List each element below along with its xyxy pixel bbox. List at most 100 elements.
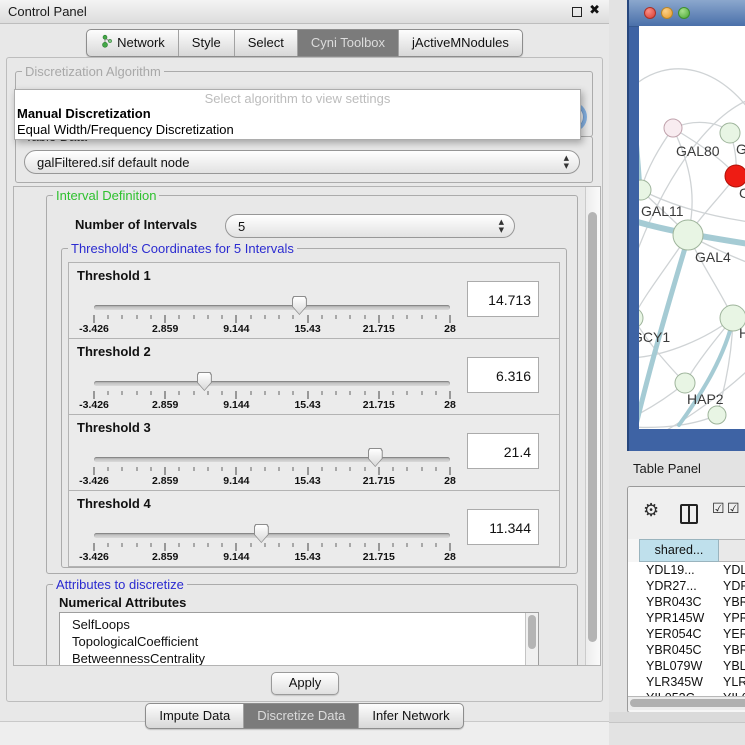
number-of-intervals-combobox[interactable]: 5 ▲▼ (225, 214, 515, 238)
slider-thumb[interactable] (292, 296, 307, 315)
network-node-green[interactable] (675, 373, 695, 393)
node-label: HAP2 (687, 391, 724, 407)
tab-label: Style (192, 35, 221, 50)
tick-label: 2.859 (152, 551, 178, 563)
slider-track[interactable] (94, 457, 450, 462)
cell-shared-name: YPR145W (628, 611, 723, 625)
threshold-panel-4: Threshold 4-3.4262.8599.14415.4321.71528… (68, 490, 560, 567)
tick-label: 21.715 (363, 399, 395, 411)
node-label: GAL11 (641, 203, 684, 219)
table-row[interactable]: YBL079WYBL0 (628, 658, 745, 674)
network-canvas[interactable]: GAL80GCGAL11GAL4GCY1HHAP2 (639, 26, 745, 429)
table-row[interactable]: YDL19...YDL1 (628, 562, 745, 578)
tick-label: -3.426 (79, 475, 109, 487)
slider-track[interactable] (94, 381, 450, 386)
interval-definition-label: Interval Definition (53, 188, 159, 203)
apply-button[interactable]: Apply (271, 672, 339, 695)
interval-definition-group: Interval Definition Number of Intervals … (46, 195, 578, 574)
checkbox-icon[interactable]: ☑ (712, 501, 725, 517)
tab-style[interactable]: Style (179, 30, 235, 56)
network-node-red[interactable] (725, 165, 745, 187)
network-node-green[interactable] (639, 308, 643, 328)
list-scrollbar[interactable] (525, 613, 538, 666)
tab-cyni-toolbox[interactable]: Cyni Toolbox (298, 30, 399, 56)
table-row[interactable]: YDR27...YDR2 (628, 578, 745, 594)
mac-close-button[interactable] (644, 7, 656, 19)
tab-network[interactable]: Network (87, 30, 179, 56)
network-graph: GAL80GCGAL11GAL4GCY1HHAP2 (639, 26, 745, 429)
bottom-tab-discretize-data[interactable]: Discretize Data (244, 704, 359, 728)
attribute-list-item[interactable]: BetweennessCentrality (60, 650, 538, 666)
settings-scrollpane: Interval Definition Number of Intervals … (13, 186, 601, 666)
slider-thumb[interactable] (254, 524, 269, 543)
tick-label: 2.859 (152, 323, 178, 335)
column-layout-icon[interactable] (680, 504, 698, 524)
gear-icon[interactable]: ⚙ (643, 500, 659, 521)
slider-ticks (94, 467, 450, 475)
threshold-value-field[interactable]: 21.4 (467, 433, 539, 469)
tick-label: -3.426 (79, 323, 109, 335)
checkbox-icon[interactable]: ☑ (727, 501, 740, 517)
panel-title: Control Panel (8, 4, 87, 19)
slider-thumb[interactable] (368, 448, 383, 467)
tab-jactivemnodules[interactable]: jActiveMNodules (399, 30, 522, 56)
mac-minimize-button[interactable] (661, 7, 673, 19)
cyni-toolbox-panel: Discretization Algorithm ▲▼ Select algor… (6, 57, 603, 702)
slider-track[interactable] (94, 533, 450, 538)
table-header-row: shared... n (628, 539, 745, 562)
network-node-green[interactable] (673, 220, 703, 250)
numerical-attributes-list[interactable]: SelfLoopsTopologicalCoefficientBetweenne… (59, 612, 539, 666)
column-header-shared-name[interactable]: shared... (639, 539, 719, 562)
slider-thumb[interactable] (197, 372, 212, 391)
threshold-panel-3: Threshold 3-3.4262.8599.14415.4321.71528… (68, 414, 560, 491)
discretization-algorithm-label: Discretization Algorithm (22, 64, 164, 79)
network-node-green[interactable] (708, 406, 726, 424)
tick-label: 28 (444, 551, 456, 563)
thresholds-group: Threshold's Coordinates for 5 Intervals … (61, 248, 567, 568)
attribute-list-item[interactable]: TopologicalCoefficient (60, 633, 538, 650)
table-row[interactable]: YPR145WYPR1 (628, 610, 745, 626)
threshold-value-field[interactable]: 6.316 (467, 357, 539, 393)
threshold-value-field[interactable]: 14.713 (467, 281, 539, 317)
mac-zoom-button[interactable] (678, 7, 690, 19)
tab-select[interactable]: Select (235, 30, 298, 56)
tab-label: Impute Data (159, 708, 230, 723)
network-node-pink[interactable] (664, 119, 682, 137)
bottom-tab-impute-data[interactable]: Impute Data (146, 704, 244, 728)
close-icon[interactable]: ✖ (589, 3, 600, 18)
threshold-label: Threshold 1 (77, 268, 151, 283)
network-node-green[interactable] (720, 123, 740, 143)
tick-label: 15.43 (294, 475, 320, 487)
attribute-list-item[interactable]: SelfLoops (60, 613, 538, 633)
slider-ticks (94, 543, 450, 551)
table-horizontal-scrollbar[interactable] (628, 696, 745, 710)
attributes-to-discretize-group: Attributes to discretize Numerical Attri… (46, 584, 578, 666)
list-scrollbar-thumb[interactable] (528, 615, 536, 649)
table-row[interactable]: YER054CYER0 (628, 626, 745, 642)
algorithm-option[interactable]: Equal Width/Frequency Discretization (15, 122, 580, 138)
cell-name: YBR0 (723, 643, 745, 657)
tick-label: 15.43 (294, 399, 320, 411)
column-header-name[interactable]: n (719, 539, 745, 562)
threshold-value-field[interactable]: 11.344 (467, 509, 539, 545)
table-data-combobox[interactable]: galFiltered.sif default node ▲▼ (24, 150, 580, 174)
network-node-green[interactable] (639, 180, 651, 200)
tab-label: Select (248, 35, 284, 50)
tab-label: jActiveMNodules (412, 35, 509, 50)
algorithm-option[interactable]: Manual Discretization (15, 106, 580, 122)
settings-scrollbar-thumb[interactable] (588, 212, 597, 642)
cell-shared-name: YBR043C (628, 595, 723, 609)
table-row[interactable]: YLR345WYLR3 (628, 674, 745, 690)
hscrollbar-thumb[interactable] (630, 699, 745, 707)
network-nodes[interactable] (639, 119, 745, 424)
slider-track[interactable] (94, 305, 450, 310)
threshold-label: Threshold 4 (77, 496, 151, 511)
control-panel-titlebar: Control Panel ✖ (0, 0, 609, 24)
table-row[interactable]: YBR043CYBR0 (628, 594, 745, 610)
threshold-panel-2: Threshold 2-3.4262.8599.14415.4321.71528… (68, 338, 560, 415)
network-window-titlebar (629, 0, 745, 27)
settings-scrollbar[interactable] (585, 187, 600, 665)
bottom-tab-infer-network[interactable]: Infer Network (359, 704, 462, 728)
table-row[interactable]: YBR045CYBR0 (628, 642, 745, 658)
float-window-icon[interactable] (572, 7, 582, 17)
